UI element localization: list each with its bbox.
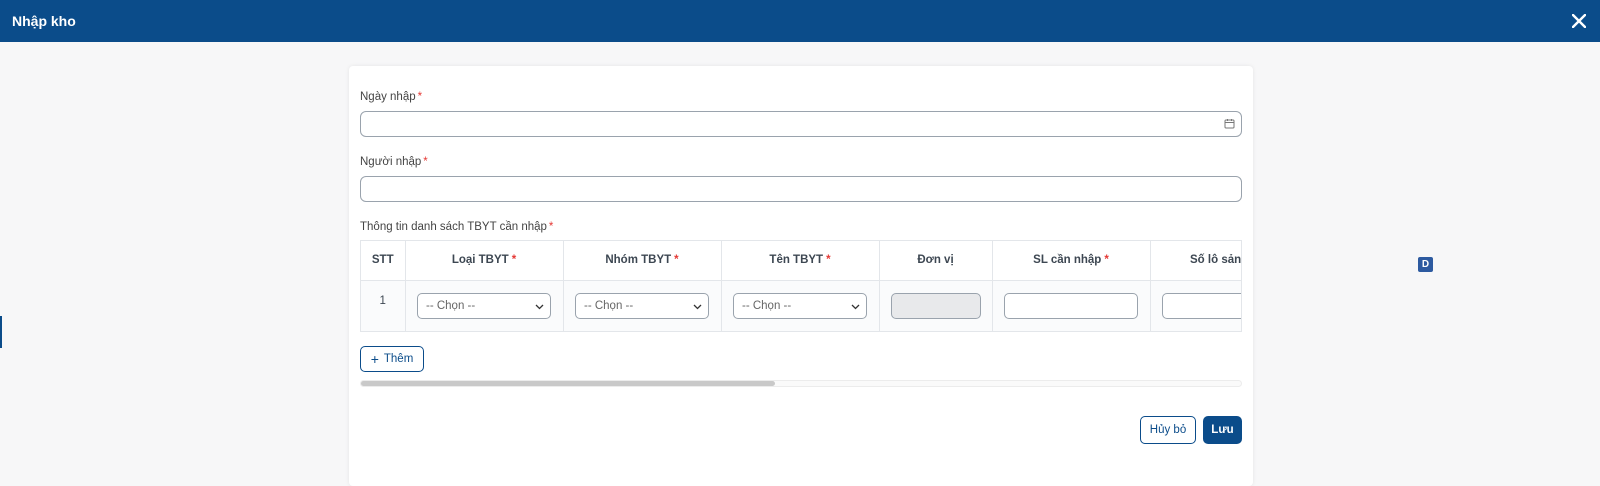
chevron-down-icon (851, 304, 860, 309)
date-field-label: Ngày nhập * (360, 91, 423, 103)
modal-header: Nhập kho (0, 0, 1600, 42)
scrollbar-thumb[interactable] (361, 381, 775, 386)
cell-ten: -- Chọn -- (721, 280, 880, 331)
cell-sl (992, 280, 1151, 331)
ten-select[interactable]: -- Chọn -- (733, 292, 867, 319)
ten-select-value: -- Chọn -- (742, 299, 792, 312)
user-field-label: Người nhập * (360, 156, 428, 168)
col-don-vi: Đơn vị (879, 241, 993, 281)
form-card: Ngày nhập * Người nhập * Thông tin danh sá… (349, 66, 1253, 486)
cancel-button[interactable]: Hủy bỏ (1140, 416, 1196, 444)
col-so-lo: Số lô sản xuất (1150, 241, 1241, 281)
row-stt: 1 (361, 280, 406, 331)
items-table: STT Loại TBYT * Nhóm TBYT * Tên TBYT * Đơn … (360, 240, 1242, 332)
date-input[interactable] (360, 111, 1242, 137)
nhom-select-value: -- Chọn -- (584, 299, 634, 312)
list-field-label: Thông tin danh sách TBYT cần nhập * (360, 221, 554, 233)
don-vi-field (890, 292, 981, 319)
cell-so-lo (1150, 280, 1241, 331)
col-ten-tbyt: Tên TBYT * (721, 241, 880, 281)
nhom-select[interactable]: -- Chọn -- (575, 292, 709, 319)
close-icon[interactable] (1568, 10, 1590, 32)
col-nhom-tbyt: Nhóm TBYT * (563, 241, 722, 281)
loai-select-value: -- Chọn -- (426, 299, 476, 312)
d-badge[interactable]: D (1418, 257, 1433, 272)
col-loai-tbyt: Loại TBYT * (405, 241, 564, 281)
modal-title: Nhập kho (12, 13, 76, 29)
col-stt: STT (361, 241, 406, 281)
add-row-button[interactable]: + Thêm (360, 346, 424, 372)
sl-input[interactable] (1004, 292, 1138, 319)
plus-icon: + (370, 351, 379, 367)
chevron-down-icon (535, 304, 544, 309)
side-marker (0, 316, 2, 348)
col-sl-can-nhap: SL cần nhập * (992, 241, 1151, 281)
add-row-label: Thêm (383, 353, 414, 365)
cell-don-vi (879, 280, 993, 331)
loai-select[interactable]: -- Chọn -- (417, 292, 551, 319)
cell-loai: -- Chọn -- (405, 280, 564, 331)
cell-nhom: -- Chọn -- (563, 280, 722, 331)
table-row: 1 -- Chọn -- -- Chọn -- -- Chọn -- (361, 280, 1241, 331)
calendar-icon[interactable] (1224, 118, 1235, 129)
horizontal-scrollbar[interactable] (360, 380, 1242, 387)
chevron-down-icon (693, 304, 702, 309)
table-header-row: STT Loại TBYT * Nhóm TBYT * Tên TBYT * Đơn … (361, 241, 1241, 281)
user-input[interactable] (360, 176, 1242, 202)
save-button[interactable]: Lưu (1203, 416, 1242, 444)
so-lo-input[interactable] (1162, 292, 1241, 319)
